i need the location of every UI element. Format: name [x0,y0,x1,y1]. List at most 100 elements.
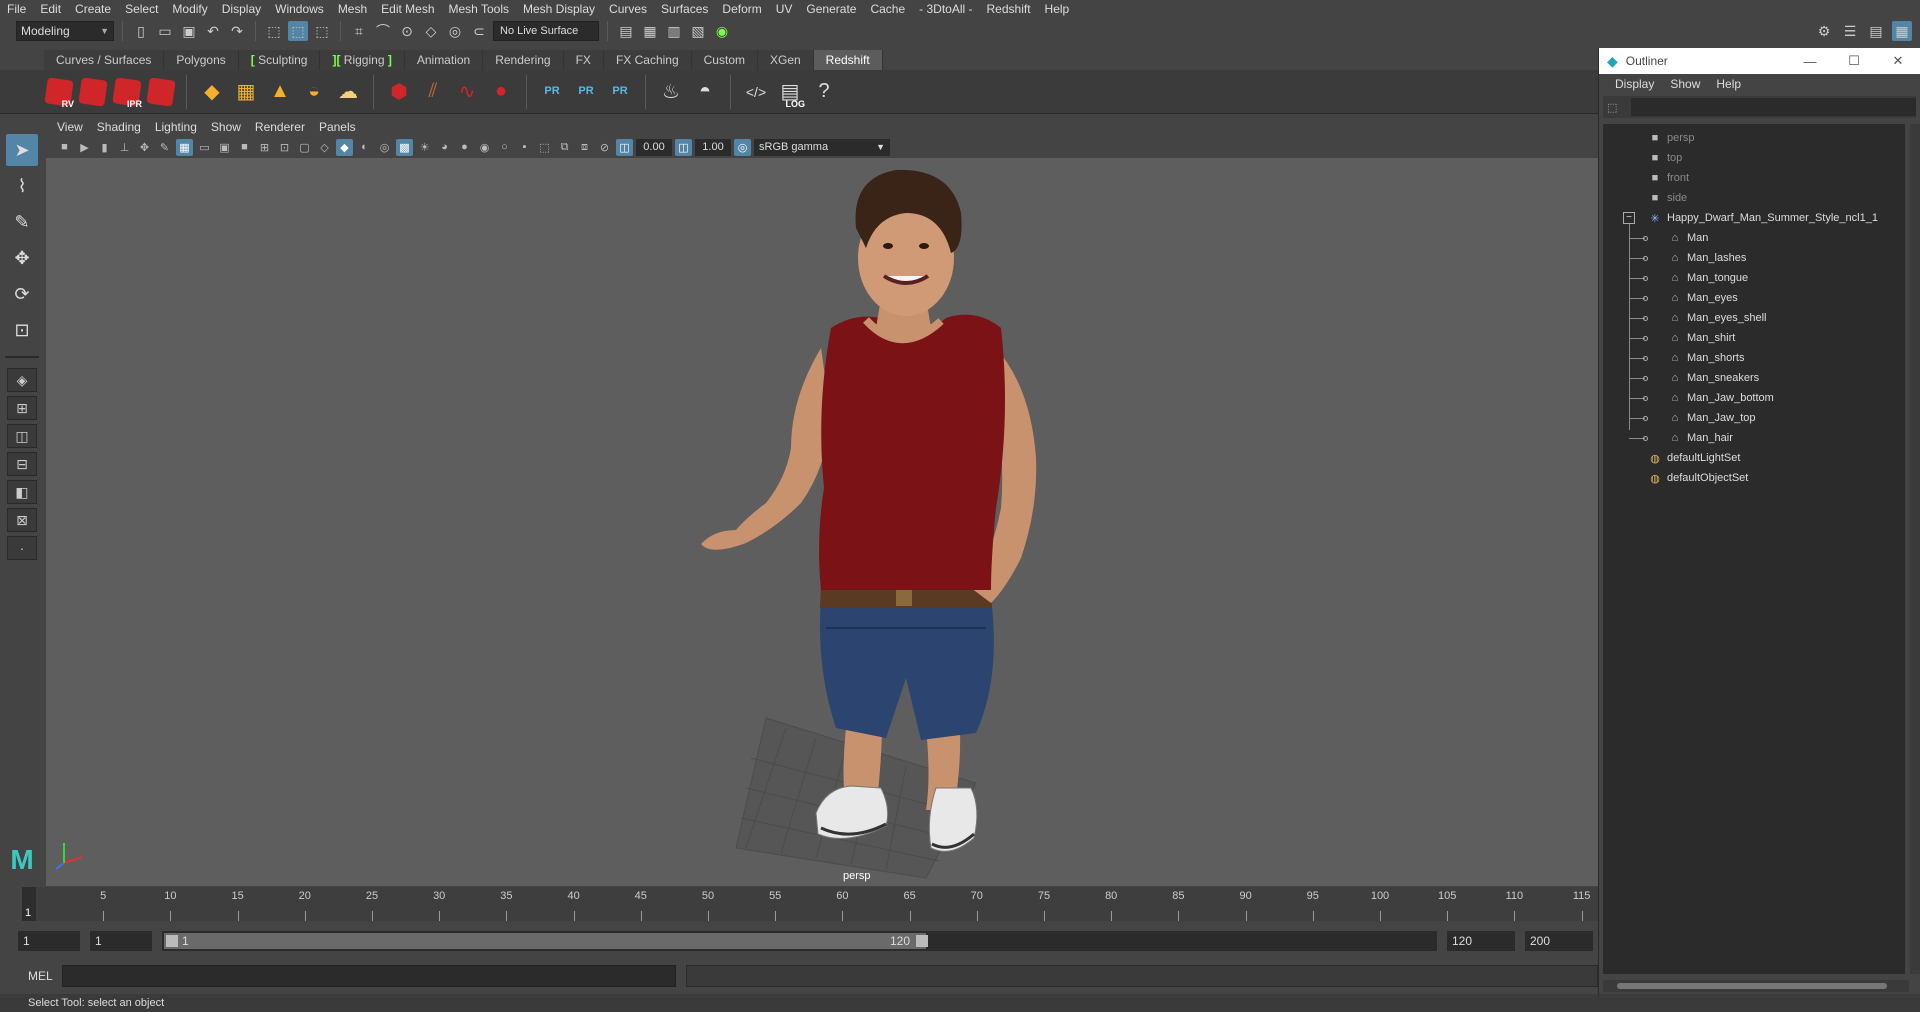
menu-edit[interactable]: Edit [33,0,68,18]
animation-end-field[interactable]: 200 [1525,931,1593,951]
tree-item-front[interactable]: ■ front [1603,168,1905,188]
playback-end-field[interactable]: 120 [1447,931,1515,951]
textured-icon[interactable]: ▩ [396,138,413,156]
tab-redshift[interactable]: Redshift [813,50,883,70]
rs-portal-light-button[interactable]: ▦ [231,75,261,109]
panel-menu-show[interactable]: Show [204,120,248,134]
side-by-side-layout-icon[interactable]: ◫ [7,424,37,448]
xray-joints-icon[interactable]: ⧈ [576,139,593,156]
default-material-icon[interactable]: ◐ [356,139,373,156]
menu-help[interactable]: Help [1038,0,1077,18]
menu-windows[interactable]: Windows [268,0,331,18]
use-all-lights-icon[interactable]: ☀ [416,139,433,156]
camera-attributes-icon[interactable]: ▶ [76,139,93,156]
exposure-toggle-icon[interactable]: ◫ [616,138,633,156]
rotate-tool-icon[interactable]: ⟳ [6,278,38,310]
wireframe-on-shaded-icon[interactable]: ◎ [376,139,393,156]
new-scene-icon[interactable]: ▯ [131,21,151,41]
tree-item-mesh[interactable]: ⌂ Man_sneakers [1603,368,1905,388]
tree-item-set[interactable]: ◍ defaultLightSet [1603,448,1905,468]
time-slider[interactable]: 1 5 10 15 20 25 30 35 40 45 50 55 60 65 70 75 80 85 90 95 1… [22,887,1598,921]
tree-item-set[interactable]: ◍ defaultObjectSet [1603,468,1905,488]
hypershade-icon[interactable]: ◉ [712,21,732,41]
help-icon[interactable]: ? [809,75,839,109]
channel-box-icon[interactable]: ▦ [1892,21,1912,41]
safe-title-icon[interactable]: ▢ [296,139,313,156]
select-tool-icon[interactable]: ➤ [6,134,38,166]
range-start-handle[interactable] [166,935,178,947]
tab-rendering[interactable]: Rendering [483,50,564,70]
resolution-gate-icon[interactable]: ▣ [216,139,233,156]
grid-toggle-icon[interactable]: ▦ [176,138,193,156]
bookmark-icon[interactable]: ▮ [96,139,113,156]
outliner-menu-help[interactable]: Help [1708,77,1749,91]
view-transform-select[interactable]: sRGB gamma ▼ [754,138,890,156]
rs-hair-button[interactable]: ∿ [452,75,482,109]
menu-3dtoall[interactable]: - 3DtoAll - [912,0,979,18]
panel-menu-view[interactable]: View [50,120,90,134]
tree-item-side[interactable]: ■ side [1603,188,1905,208]
menu-create[interactable]: Create [68,0,118,18]
image-plane-icon[interactable]: ⊥ [116,139,133,156]
maximize-icon[interactable]: ☐ [1832,48,1876,74]
tree-item-mesh[interactable]: ⌂ Man_shorts [1603,348,1905,368]
open-scene-icon[interactable]: ▭ [155,21,175,41]
outliner-search-input[interactable] [1631,98,1916,116]
menu-set-selector[interactable]: Modeling ▼ [16,21,114,41]
tree-item-mesh[interactable]: ⌂ Man_tongue [1603,268,1905,288]
tab-rigging[interactable]: ][ Rigging ] [320,50,405,70]
current-frame-marker[interactable]: 1 [22,887,36,921]
pr-import-button[interactable]: PR [537,75,567,109]
anti-aliasing-icon[interactable]: ○ [496,139,513,156]
tab-custom[interactable]: Custom [691,50,758,70]
outliner-menu-display[interactable]: Display [1607,77,1662,91]
rs-cooker-button[interactable]: ♨ [656,75,686,109]
rs-log-button[interactable]: ▤ LOG [775,75,805,109]
tree-item-persp[interactable]: ■ persp [1603,128,1905,148]
motion-blur-icon[interactable]: ◉ [476,139,493,156]
gamma-field[interactable]: 1.00 [695,138,731,156]
gamma-toggle-icon[interactable]: ◫ [675,138,692,156]
depth-of-field-icon[interactable]: ▪ [516,139,533,156]
more-layouts-icon[interactable]: · [7,536,37,560]
tree-item-group[interactable]: − ✳ Happy_Dwarf_Man_Summer_Style_ncl1_1 [1603,208,1905,228]
menu-select[interactable]: Select [118,0,165,18]
tab-fx[interactable]: FX [563,50,604,70]
pr-sync-button[interactable]: PR [605,75,635,109]
hypershade-layout-icon[interactable]: ⊠ [7,508,37,532]
move-tool-icon[interactable]: ✥ [6,242,38,274]
tab-curves-surfaces[interactable]: Curves / Surfaces [44,50,165,70]
field-chart-icon[interactable]: ⊞ [256,139,273,156]
menu-mesh[interactable]: Mesh [331,0,374,18]
tab-sculpting[interactable]: [ Sculpting [238,50,321,70]
scale-tool-icon[interactable]: ⊡ [6,314,38,346]
tab-fx-caching[interactable]: FX Caching [603,50,692,70]
tree-item-mesh[interactable]: ⌂ Man_lashes [1603,248,1905,268]
four-pane-layout-icon[interactable]: ⊞ [7,396,37,420]
xray-icon[interactable]: ⧉ [556,139,573,156]
collapse-icon[interactable]: − [1623,212,1635,224]
script-language-toggle[interactable]: MEL [28,969,53,983]
grease-pencil-icon[interactable]: ✎ [156,139,173,156]
tree-item-mesh[interactable]: ⌂ Man [1603,228,1905,248]
menu-redshift[interactable]: Redshift [980,0,1038,18]
tab-xgen[interactable]: XGen [757,50,814,70]
persp-graph-layout-icon[interactable]: ◧ [7,480,37,504]
menu-mesh-display[interactable]: Mesh Display [516,0,602,18]
menu-mesh-tools[interactable]: Mesh Tools [442,0,516,18]
range-end-handle[interactable] [916,935,928,947]
snap-surface-icon[interactable]: ◎ [445,21,465,41]
outliner-title-bar[interactable]: ◆ Outliner — ☐ ✕ [1599,48,1920,74]
select-object-icon[interactable]: ⬚ [288,21,308,41]
menu-file[interactable]: File [0,0,33,18]
close-icon[interactable]: ✕ [1876,48,1920,74]
panel-menu-lighting[interactable]: Lighting [148,120,204,134]
tree-item-top[interactable]: ■ top [1603,148,1905,168]
tree-item-mesh[interactable]: ⌂ Man_shirt [1603,328,1905,348]
ipr-render-icon[interactable]: ▥ [664,21,684,41]
rs-volume-button[interactable]: ⫽ [418,75,448,109]
screen-space-ao-icon[interactable]: ● [456,139,473,156]
menu-display[interactable]: Display [215,0,268,18]
render-view-icon[interactable]: ▤ [616,21,636,41]
command-input[interactable] [62,965,677,987]
